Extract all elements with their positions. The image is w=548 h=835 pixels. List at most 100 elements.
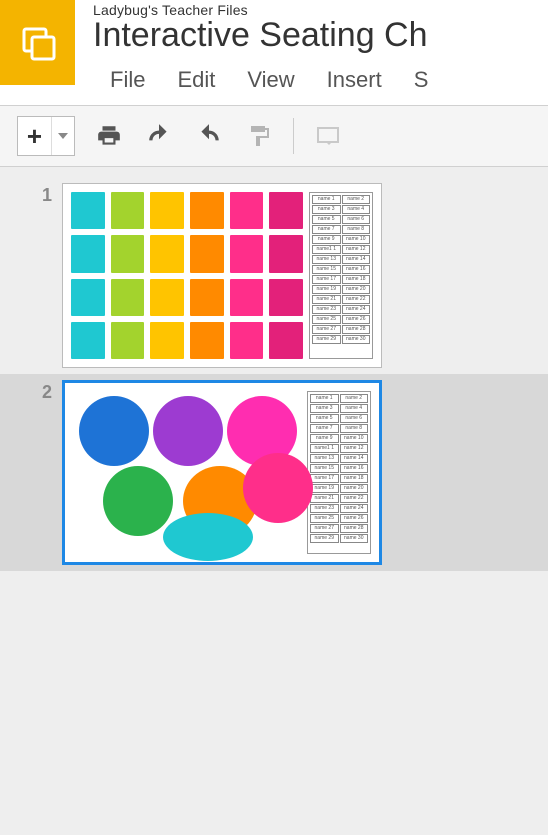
seat-square (150, 322, 184, 359)
name-label: name 19 (312, 285, 341, 294)
name-label: name 15 (310, 464, 339, 473)
name-label: name 21 (312, 295, 341, 304)
name-label: name 16 (342, 265, 371, 274)
new-slide-button[interactable]: + (17, 116, 75, 156)
menu-edit[interactable]: Edit (177, 67, 215, 93)
name-label: name 25 (310, 514, 339, 523)
zoom-fit-button[interactable] (312, 120, 344, 152)
name-label: name 3 (310, 404, 339, 413)
seat-square (269, 235, 303, 272)
name-label: name 5 (312, 215, 341, 224)
name-label: name 4 (340, 404, 369, 413)
slide-2-circles (73, 391, 301, 554)
seat-square (71, 279, 105, 316)
name-label: name 24 (342, 305, 371, 314)
slides-logo (0, 0, 75, 85)
seat-square (71, 192, 105, 229)
seat-square (111, 192, 145, 229)
name-label: name 29 (312, 335, 341, 344)
name-label: name 26 (342, 315, 371, 324)
document-title[interactable]: Interactive Seating Ch (93, 16, 428, 55)
name-label: name 20 (340, 484, 369, 493)
seat-square (111, 322, 145, 359)
name-label: name 13 (310, 454, 339, 463)
name-label: name 25 (312, 315, 341, 324)
slide-number: 2 (24, 380, 52, 565)
name-label: name1 1 (312, 245, 341, 254)
seat-circle (153, 396, 223, 466)
name-label: name 24 (340, 504, 369, 513)
name-label: name 20 (342, 285, 371, 294)
print-button[interactable] (93, 120, 125, 152)
name-label: name 28 (342, 325, 371, 334)
name-label: name 28 (340, 524, 369, 533)
redo-button[interactable] (193, 120, 225, 152)
seat-circle (163, 513, 253, 561)
name-label: name 14 (342, 255, 371, 264)
name-label: name 8 (340, 424, 369, 433)
name-label: name 27 (312, 325, 341, 334)
name-label: name1 1 (310, 444, 339, 453)
name-label: name 2 (340, 394, 369, 403)
name-label: name 15 (312, 265, 341, 274)
slide-panel: 1 name 1name 2name 3name 4name 5name 6na… (0, 167, 548, 835)
name-label: name 3 (312, 205, 341, 214)
seat-square (190, 279, 224, 316)
name-label: name 13 (312, 255, 341, 264)
name-label: name 7 (312, 225, 341, 234)
undo-button[interactable] (143, 120, 175, 152)
name-label: name 10 (340, 434, 369, 443)
name-label: name 29 (310, 534, 339, 543)
slide-thumbnail-1[interactable]: 1 name 1name 2name 3name 4name 5name 6na… (0, 177, 548, 374)
slide-thumbnail-2[interactable]: 2 name 1name 2name 3name 4name 5name 6na… (0, 374, 548, 571)
name-label: name 18 (342, 275, 371, 284)
name-label: name 5 (310, 414, 339, 423)
seat-square (71, 322, 105, 359)
seat-square (269, 192, 303, 229)
seat-square (150, 192, 184, 229)
name-label: name 1 (312, 195, 341, 204)
slide-1-seats (71, 192, 303, 359)
seat-square (230, 235, 264, 272)
name-label: name 6 (340, 414, 369, 423)
name-label: name 22 (340, 494, 369, 503)
seat-square (269, 322, 303, 359)
name-label: name 23 (310, 504, 339, 513)
seat-square (230, 192, 264, 229)
name-label: name 19 (310, 484, 339, 493)
seat-square (190, 192, 224, 229)
seat-square (230, 322, 264, 359)
name-label: name 21 (310, 494, 339, 503)
name-label: name 26 (340, 514, 369, 523)
slide-1-names: name 1name 2name 3name 4name 5name 6name… (309, 192, 373, 359)
seat-square (71, 235, 105, 272)
seat-square (150, 279, 184, 316)
name-label: name 12 (340, 444, 369, 453)
name-label: name 7 (310, 424, 339, 433)
seat-square (230, 279, 264, 316)
menu-cut[interactable]: S (414, 67, 429, 93)
seat-square (190, 322, 224, 359)
toolbar: + (0, 105, 548, 167)
name-label: name 9 (310, 434, 339, 443)
name-label: name 23 (312, 305, 341, 314)
slide-2-names: name 1name 2name 3name 4name 5name 6name… (307, 391, 371, 554)
toolbar-divider (293, 118, 294, 154)
slide-number: 1 (24, 183, 52, 368)
seat-square (111, 235, 145, 272)
menu-insert[interactable]: Insert (327, 67, 382, 93)
name-label: name 30 (340, 534, 369, 543)
paint-format-button[interactable] (243, 120, 275, 152)
dropdown-arrow-icon[interactable] (52, 117, 74, 155)
menu-view[interactable]: View (247, 67, 294, 93)
name-label: name 17 (312, 275, 341, 284)
menu-file[interactable]: File (110, 67, 145, 93)
seat-circle (79, 396, 149, 466)
seat-circle (243, 453, 313, 523)
name-label: name 6 (342, 215, 371, 224)
seat-circle (103, 466, 173, 536)
name-label: name 17 (310, 474, 339, 483)
seat-square (150, 235, 184, 272)
name-label: name 2 (342, 195, 371, 204)
name-label: name 16 (340, 464, 369, 473)
